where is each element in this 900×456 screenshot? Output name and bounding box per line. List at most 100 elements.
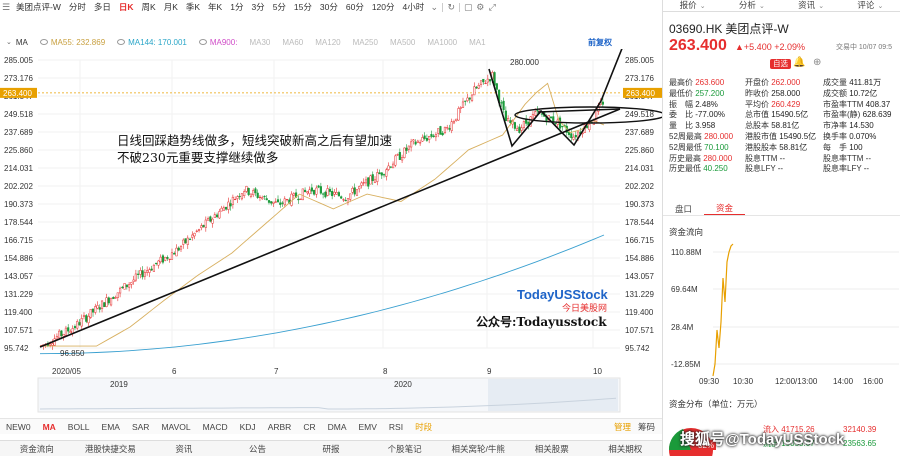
candle: [270, 201, 273, 206]
bottom-tab[interactable]: 资讯: [147, 443, 221, 455]
period-tab[interactable]: 60分: [342, 0, 368, 14]
candle: [376, 168, 379, 186]
bottom-tab[interactable]: 港股快捷交易: [74, 443, 148, 455]
sub-tab[interactable]: 资金: [704, 202, 746, 215]
stat-cell: 换手率 0.070%: [823, 131, 877, 141]
stat-cell: 历史最低 40.250: [669, 164, 728, 174]
candle: [168, 258, 171, 263]
period-tab[interactable]: 30分: [316, 0, 342, 14]
y-tick-left: 131.229: [4, 290, 33, 299]
bottom-tab[interactable]: 个股笔记: [368, 443, 442, 455]
candle: [58, 329, 61, 339]
y-tick-right: 95.742: [625, 344, 650, 353]
candle: [507, 115, 510, 122]
refresh-icon[interactable]: ↻: [445, 0, 457, 14]
quote-tab[interactable]: 报价 ⌄: [663, 0, 722, 11]
candle: [96, 301, 99, 310]
candle: [504, 106, 507, 122]
candle: [482, 78, 485, 85]
indicator-tab[interactable]: MACD: [197, 422, 234, 432]
candle: [243, 189, 246, 199]
flow-x-tick: 16:00: [863, 377, 884, 386]
price-tag-right-text: 263.400: [626, 89, 655, 98]
bottom-tab[interactable]: 相关股票: [515, 443, 589, 455]
period-tab[interactable]: 5分: [269, 0, 290, 14]
candle: [479, 80, 483, 88]
indicator-tab[interactable]: MA: [37, 422, 62, 432]
manage-button[interactable]: 管理: [614, 421, 631, 433]
stats-row: 历史最低 40.250 股息LFY -- 股息率LFY --: [663, 164, 900, 175]
period-tab[interactable]: 日K: [115, 0, 138, 14]
indicator-tab[interactable]: ARBR: [262, 422, 298, 432]
indicator-tab[interactable]: DMA: [322, 422, 353, 432]
plus-icon[interactable]: ⊕: [813, 57, 821, 68]
chevron-down-icon[interactable]: ⌄: [6, 38, 12, 46]
fq-selector[interactable]: 前复权: [588, 37, 612, 48]
period-tab[interactable]: 多日: [90, 0, 115, 14]
indicator-tab[interactable]: RSI: [383, 422, 409, 432]
window-icon[interactable]: ▢: [462, 0, 474, 14]
period-tab[interactable]: 4小时: [399, 0, 429, 14]
period-tab[interactable]: 季K: [182, 0, 204, 14]
chevron-down-icon: ⌄: [877, 3, 884, 10]
bottom-tab[interactable]: 相关期权: [589, 443, 663, 455]
candle: [412, 138, 415, 145]
fullscreen-icon[interactable]: ⤢: [486, 0, 498, 14]
stock-tab[interactable]: 美团点评-W: [12, 0, 65, 14]
bottom-tab[interactable]: 相关窝轮/牛熊: [441, 443, 515, 455]
candle: [123, 282, 126, 290]
candle: [290, 191, 293, 207]
period-tab[interactable]: 年K: [204, 0, 226, 14]
bottom-tab[interactable]: 公告: [221, 443, 295, 455]
indicator-tab[interactable]: NEW0: [0, 422, 37, 432]
ma144-legend: MA144: 170.001: [117, 38, 187, 47]
eye-icon[interactable]: [117, 39, 126, 45]
period-tab[interactable]: 1分: [226, 0, 247, 14]
candle: [157, 259, 160, 269]
quote-tab[interactable]: 评论 ⌄: [841, 0, 900, 11]
indicator-tab[interactable]: MAVOL: [155, 422, 196, 432]
candle: [423, 132, 426, 141]
candle: [387, 162, 390, 172]
indicator-tab[interactable]: KDJ: [234, 422, 262, 432]
chips-button[interactable]: 筹码: [638, 421, 655, 433]
flow-y-tick: 110.88M: [671, 248, 702, 257]
candle: [385, 167, 388, 181]
ma-label[interactable]: MA: [16, 38, 28, 47]
bell-icon[interactable]: 🔔: [793, 57, 805, 68]
y-tick-right: 285.005: [625, 56, 654, 65]
indicator-tab[interactable]: 时段: [409, 421, 438, 433]
candle: [401, 154, 404, 163]
chevron-down-icon[interactable]: ⌄: [428, 0, 440, 14]
bottom-tab[interactable]: 资金流向: [0, 443, 74, 455]
kline-chart[interactable]: 280.000 96.850 日线回踩趋势线做多，短线突破新高之后有望加速不破230…: [0, 49, 662, 417]
indicator-tab[interactable]: CR: [297, 422, 321, 432]
quote-tab[interactable]: 分析 ⌄: [722, 0, 781, 11]
list-icon[interactable]: ☰: [0, 0, 12, 14]
candle: [225, 206, 228, 211]
y-tick-left: 119.400: [4, 308, 33, 317]
period-tab[interactable]: 月K: [160, 0, 182, 14]
ma60-legend: MA60: [282, 37, 304, 47]
settings-icon[interactable]: ⚙: [474, 0, 486, 14]
sub-tab[interactable]: 盘口: [663, 203, 704, 215]
quote-tab[interactable]: 资讯 ⌄: [782, 0, 841, 11]
indicator-tab[interactable]: SAR: [126, 422, 155, 432]
candle: [143, 269, 146, 280]
period-tab[interactable]: 3分: [247, 0, 268, 14]
period-tab[interactable]: 15分: [290, 0, 316, 14]
eye-icon[interactable]: [198, 39, 207, 45]
flow-x-tick: 14:00: [833, 377, 854, 386]
candle: [455, 118, 458, 122]
y-tick-right: 225.860: [625, 146, 654, 155]
bottom-tab[interactable]: 研报: [294, 443, 368, 455]
add-watchlist-button[interactable]: 自选: [770, 59, 791, 69]
eye-icon[interactable]: [39, 39, 48, 45]
ma900-legend: MA900:: [198, 38, 237, 47]
indicator-tab[interactable]: EMA: [96, 422, 126, 432]
indicator-tab[interactable]: BOLL: [62, 422, 96, 432]
period-tab[interactable]: 120分: [368, 0, 399, 14]
indicator-tab[interactable]: EMV: [352, 422, 382, 432]
period-tab[interactable]: 分时: [65, 0, 90, 14]
period-tab[interactable]: 周K: [138, 0, 160, 14]
